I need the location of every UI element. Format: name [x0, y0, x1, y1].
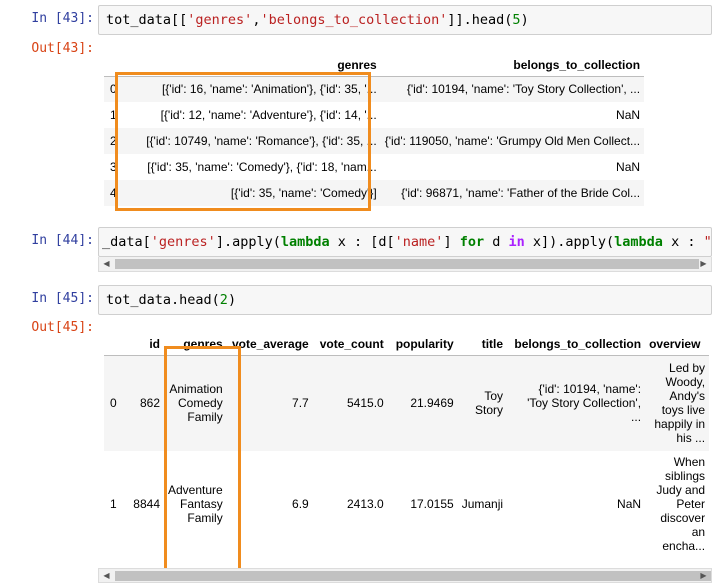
col-header-genres: genres: [183, 336, 223, 351]
index-header: [104, 54, 121, 76]
cell-overview: Led by Woody, Andy's toys live happily in his…: [654, 361, 706, 446]
col-header-belongs-to-collection: belongs_to_collection: [514, 336, 642, 351]
cell-belongs-to-collection: {'id': 96871, 'name': 'Father of the Bri…: [401, 186, 641, 200]
row-index: 0: [110, 396, 117, 411]
output-45-horizontal-scrollbar[interactable]: ◀ ▶: [98, 568, 712, 583]
cell-overview: When siblings Judy and Peter discover an encha…: [656, 455, 706, 553]
row-index: 3: [110, 160, 117, 174]
cell-genres: [{'id': 35, 'name': 'Comedy'}, {'id': 18…: [147, 160, 377, 174]
col-header-belongs-to-collection: belongs_to_collection: [513, 57, 641, 72]
col-header-overview: overview: [649, 336, 701, 351]
cell-genres: [{'id': 35, 'name': 'Comedy'}]: [230, 186, 377, 200]
table-row: 3 [{'id': 35, 'name': 'Comedy'}, {'id': …: [104, 154, 644, 180]
table-row: 2 [{'id': 10749, 'name': 'Romance'}, {'i…: [104, 128, 645, 154]
cell-44-horizontal-scrollbar[interactable]: ◀ ▶: [98, 257, 712, 272]
cell-vote-count: 2413.0: [347, 497, 384, 511]
cell-belongs-to-collection: NaN: [616, 160, 641, 174]
cell-popularity: 17.0155: [410, 497, 454, 511]
cell-belongs-to-collection: NaN: [617, 497, 642, 511]
cell-45-in-prompt: In [45]:: [31, 291, 94, 306]
cell-title: Toy Story: [475, 389, 504, 418]
table-row: 1 8844 Adventure Fantasy Family 6.9 2413.0…: [104, 451, 710, 557]
col-header-popularity: popularity: [395, 336, 454, 351]
cell-id: 8844: [133, 497, 160, 511]
cell-genres: Animation Comedy Family: [169, 382, 223, 425]
scroll-right-icon[interactable]: ▶: [696, 257, 711, 271]
scrollbar-thumb[interactable]: [115, 259, 699, 269]
cell-44-code: _data['genres'].apply(lambda x : [d['nam…: [102, 234, 712, 250]
table-row: 0 862 Animation Comedy Family 7.7 5415.0 2…: [104, 355, 710, 451]
col-header-vote-count: vote_count: [319, 336, 384, 351]
scroll-left-icon[interactable]: ◀: [99, 257, 114, 271]
cell-43-in-prompt: In [43]:: [31, 11, 94, 26]
cell-vote-count: 5415.0: [347, 396, 384, 411]
cell-genres: Adventure Fantasy Family: [168, 483, 223, 525]
table-row: 1 [{'id': 12, 'name': 'Adventure'}, {'id…: [104, 102, 644, 128]
cell-43-code-input[interactable]: tot_data[['genres','belongs_to_collectio…: [98, 5, 712, 35]
cell-45-code-input[interactable]: tot_data.head(2): [98, 285, 712, 315]
cell-belongs-to-collection: {'id': 10194, 'name': 'Toy Story Collecti…: [527, 382, 642, 425]
cell-44-code-input[interactable]: _data['genres'].apply(lambda x : [d['nam…: [98, 227, 712, 257]
output-43-dataframe: genres belongs_to_collection 0 [{'id': 1…: [104, 54, 645, 206]
scroll-left-icon[interactable]: ◀: [99, 569, 114, 583]
cell-genres: [{'id': 16, 'name': 'Animation'}, {'id':…: [161, 82, 377, 97]
cell-45-code: tot_data.head(2): [106, 292, 237, 308]
row-index: 4: [110, 186, 117, 200]
scrollbar-thumb[interactable]: [115, 571, 711, 581]
cell-belongs-to-collection: {'id': 10194, 'name': 'Toy Story Collect…: [406, 82, 641, 97]
cell-id: 862: [139, 396, 160, 411]
col-header-genres: genres: [337, 57, 377, 72]
cell-popularity: 21.9469: [410, 396, 454, 411]
table-row: 0 [{'id': 16, 'name': 'Animation'}, {'id…: [104, 76, 645, 102]
cell-43-code: tot_data[['genres','belongs_to_collectio…: [106, 12, 529, 28]
row-index: 2: [110, 134, 117, 148]
col-header-id: id: [149, 336, 160, 351]
cell-genres: [{'id': 12, 'name': 'Adventure'}, {'id':…: [160, 108, 377, 122]
cell-45-out-prompt: Out[45]:: [31, 320, 94, 335]
output-45-dataframe: id genres vote_average vote_count popula…: [104, 333, 710, 557]
cell-vote-average: 6.9: [292, 497, 309, 511]
cell-genres: [{'id': 10749, 'name': 'Romance'}, {'id'…: [146, 134, 377, 148]
row-index: 1: [110, 108, 117, 122]
col-header-title: title: [481, 336, 504, 351]
index-header: [104, 333, 128, 355]
table-row: 4 [{'id': 35, 'name': 'Comedy'}] {'id': …: [104, 180, 645, 206]
cell-vote-average: 7.7: [292, 396, 309, 411]
cell-44-in-prompt: In [44]:: [31, 233, 94, 248]
row-index: 0: [110, 82, 117, 97]
scroll-right-icon[interactable]: ▶: [696, 569, 711, 583]
cell-belongs-to-collection: {'id': 119050, 'name': 'Grumpy Old Men C…: [384, 134, 641, 148]
row-index: 1: [110, 497, 117, 511]
cell-belongs-to-collection: NaN: [616, 108, 641, 122]
col-header-vote-average: vote_average: [231, 336, 309, 351]
cell-title: Jumanji: [461, 497, 504, 511]
cell-43-out-prompt: Out[43]:: [31, 41, 94, 56]
